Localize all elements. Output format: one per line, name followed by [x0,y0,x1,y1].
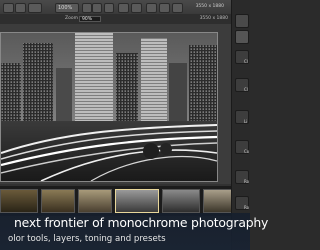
preset-thumbnail-selected[interactable] [115,189,159,213]
zoom-in-button[interactable] [92,3,102,13]
fit-button[interactable] [104,3,114,13]
split-view-button[interactable] [159,3,170,13]
zoom-field[interactable]: 90% [79,15,101,22]
preset-thumbnail[interactable] [41,189,75,213]
open-button[interactable] [28,3,42,13]
layers-icon[interactable]: Li [235,110,249,124]
sidebar-label: Cl [244,59,248,64]
preset-thumbnail[interactable] [78,189,112,213]
sidebar-label: Li [244,119,248,124]
zoom-display-text: 100% [58,5,73,11]
color-icon[interactable]: Co [235,140,249,154]
preset-thumbnail[interactable] [162,189,200,213]
forward-button[interactable] [15,3,26,13]
crop-button[interactable] [172,3,183,13]
zoom-out-button[interactable] [82,3,92,13]
app-window: 100% 3550 x 1880 Zoom 90% 3550 x 1880 Cl… [0,0,268,250]
sidebar-label: Cl [244,87,248,92]
eye-icon[interactable] [146,3,157,13]
filmstrip [0,186,232,216]
toning-icon[interactable]: Cl [235,50,249,64]
monochrome-cityscape-image [1,33,217,181]
back-button[interactable] [3,3,14,13]
main-photo[interactable] [0,32,218,182]
banner-headline: next frontier of monochrome photography [14,215,269,230]
adjust-icon[interactable]: Ro [235,196,249,210]
sidebar-label: Ro [244,205,250,210]
preset-thumbnail[interactable] [203,189,232,213]
preview-button[interactable] [131,3,142,13]
sidebar-label: Ro [244,179,250,184]
canvas-dimensions: 3550 x 1880 [199,16,228,21]
rotate-icon[interactable]: Ro [235,170,249,184]
image-dimensions: 3550 x 1880 [195,4,224,9]
canvas-area[interactable] [0,24,232,184]
preset-thumbnail[interactable] [0,189,38,213]
grid-icon[interactable] [235,14,249,28]
landscape-icon[interactable] [235,30,249,44]
compare-button[interactable] [118,3,129,13]
sidebar-label: Co [244,149,250,154]
zoom-display[interactable]: 100% [55,3,79,13]
banner-subline: olor tools, layers, toning and presets [8,234,166,244]
top-toolbar: 100% 3550 x 1880 [0,0,250,15]
promo-banner: next frontier of monochrome photography … [0,213,268,250]
zoom-label: Zoom [65,16,78,21]
presets-icon[interactable]: Cl [235,78,249,92]
